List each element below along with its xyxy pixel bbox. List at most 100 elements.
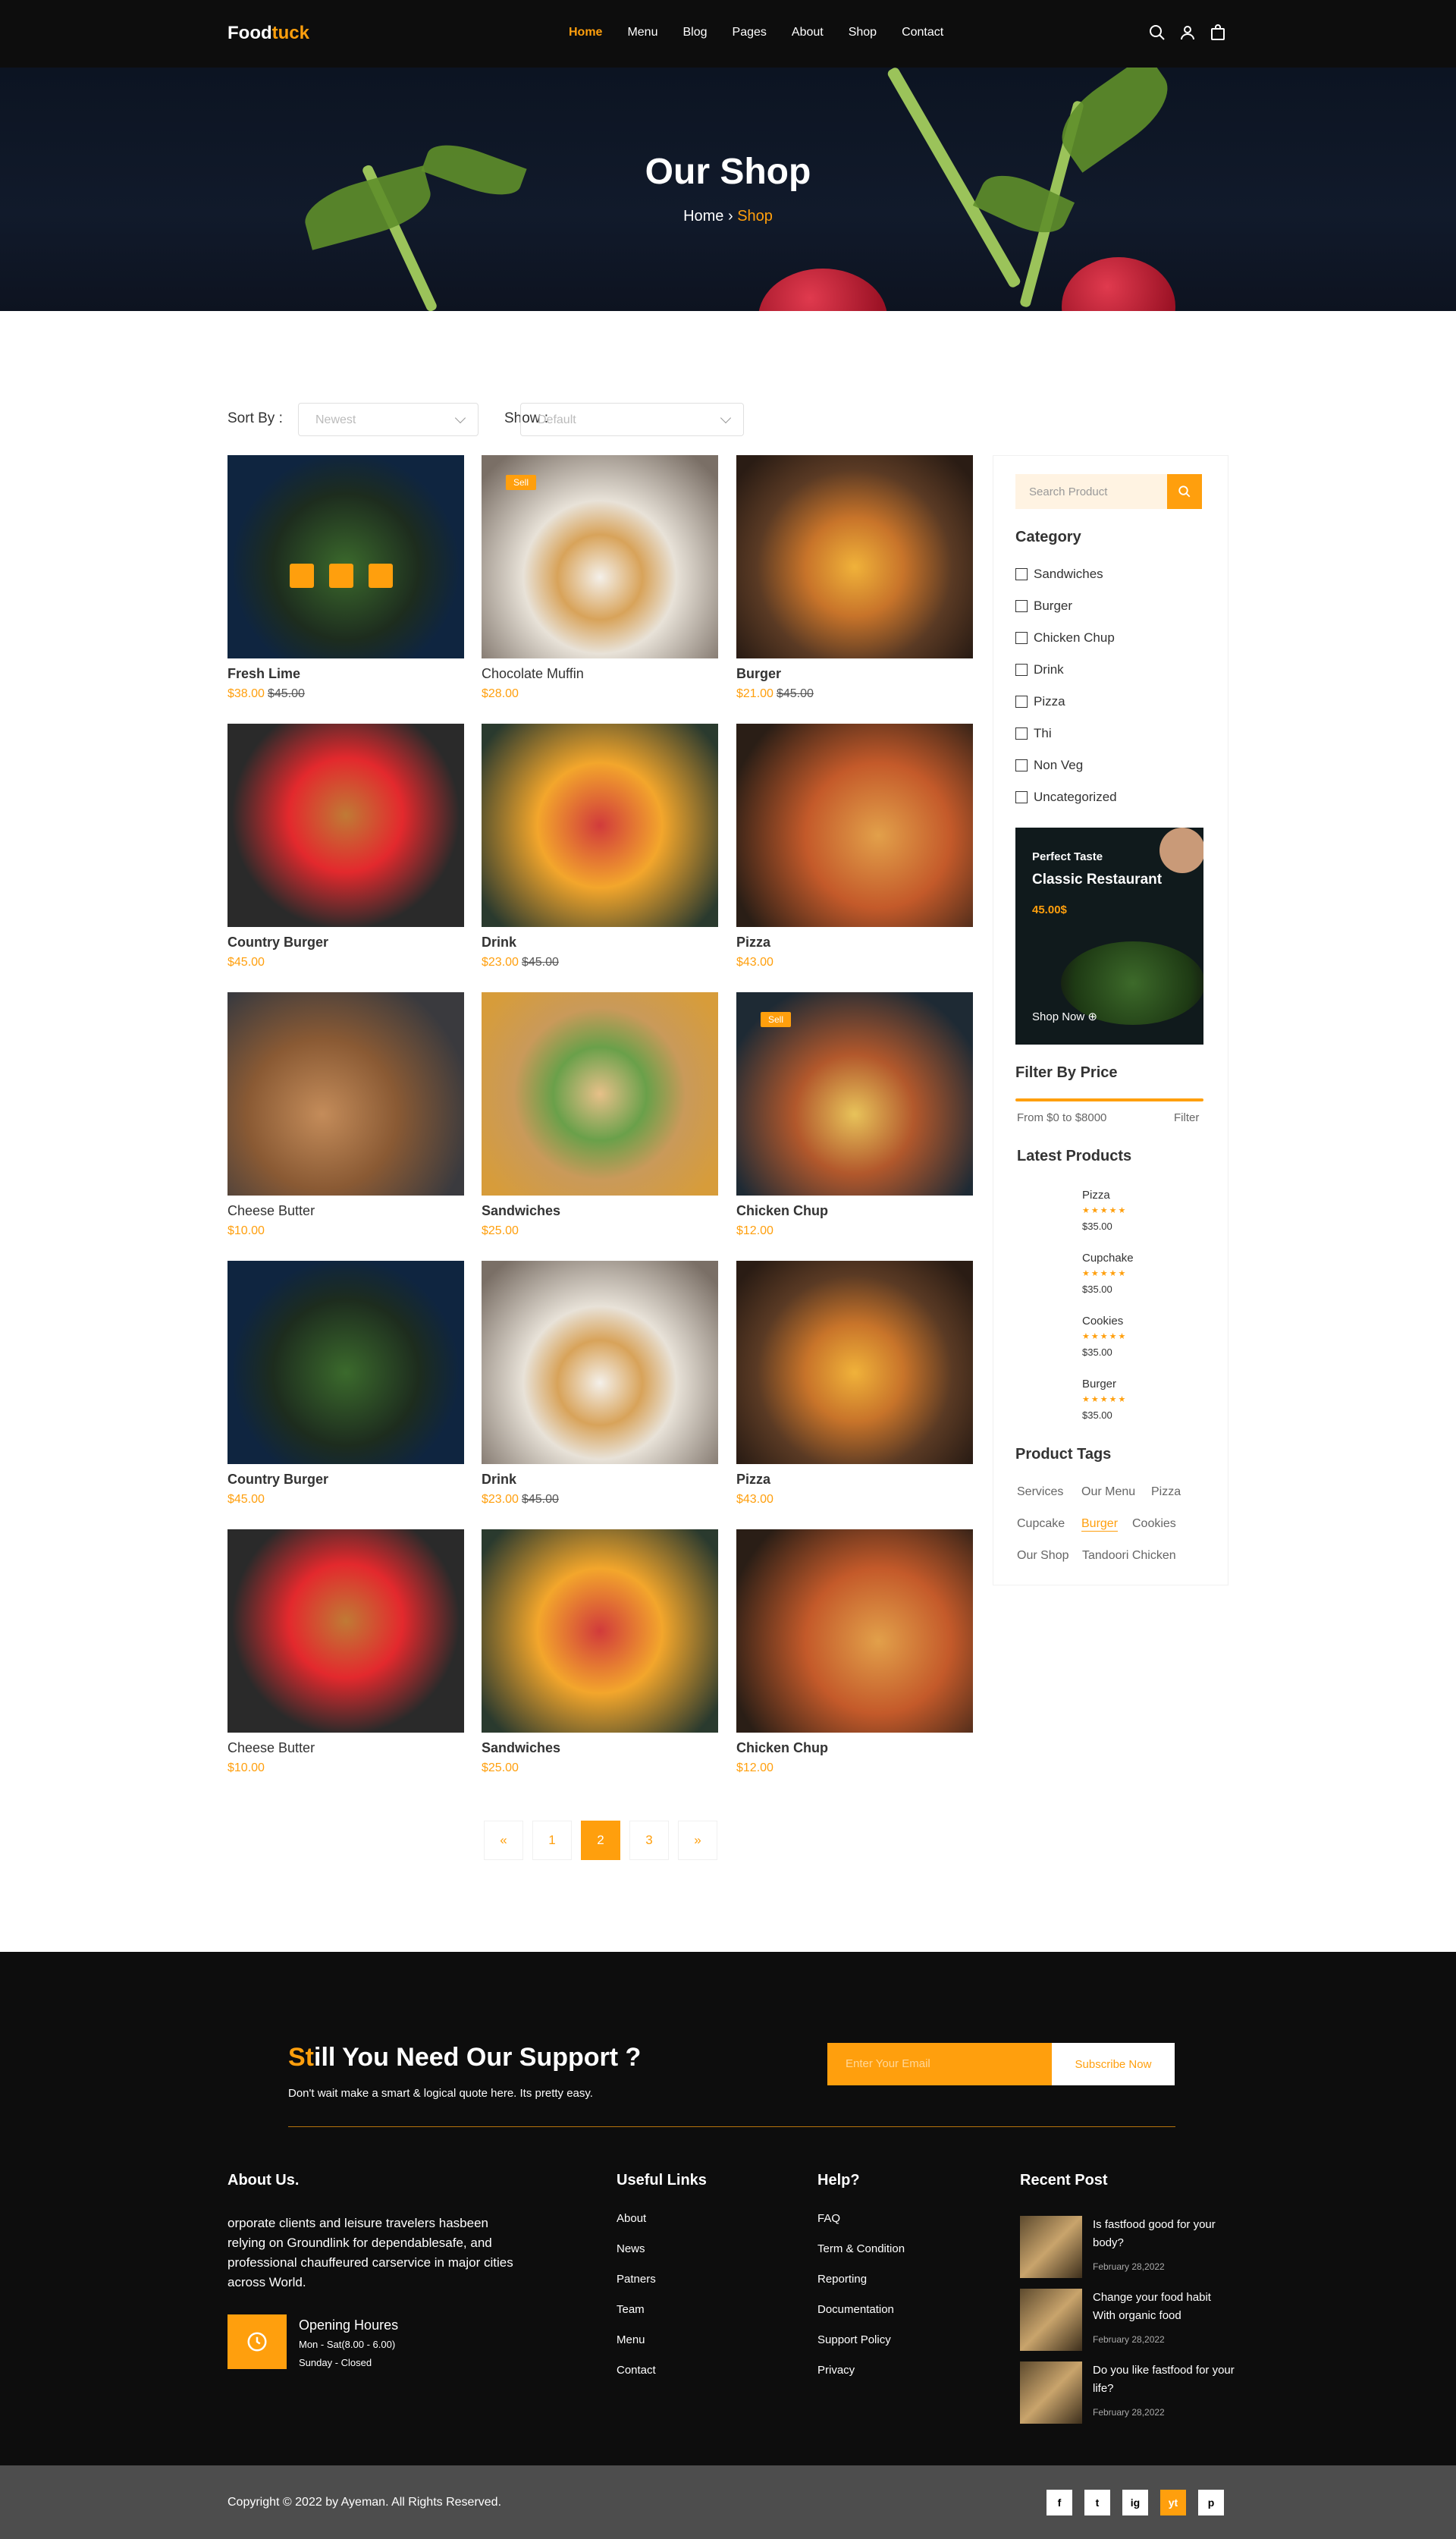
checkbox[interactable] <box>1015 568 1028 580</box>
product-card[interactable]: Burger $21.00 $45.00 <box>736 455 973 701</box>
product-name[interactable]: Sandwiches <box>482 1740 718 1757</box>
nav-home[interactable]: Home <box>569 26 602 39</box>
product-card[interactable]: Pizza $43.00 <box>736 1261 973 1507</box>
heart-icon[interactable] <box>369 564 393 588</box>
product-card[interactable]: Sandwiches $25.00 <box>482 992 718 1238</box>
product-card[interactable]: Country Burger $45.00 <box>228 724 464 969</box>
footer-link[interactable]: Reporting <box>817 2273 867 2286</box>
facebook-icon[interactable]: f <box>1046 2490 1072 2515</box>
search-input[interactable]: Search Product <box>1015 474 1167 509</box>
tag-our-menu[interactable]: Our Menu <box>1081 1485 1135 1499</box>
tag-pizza[interactable]: Pizza <box>1151 1485 1181 1499</box>
youtube-icon[interactable]: yt <box>1160 2490 1186 2515</box>
email-field[interactable]: Enter Your Email <box>827 2043 1052 2085</box>
product-card[interactable]: Cheese Butter $10.00 <box>228 1529 464 1775</box>
recent-post[interactable]: Do you like fastfood for your life? Febru… <box>1020 2361 1247 2424</box>
product-name[interactable]: Sandwiches <box>482 1203 718 1220</box>
product-name[interactable]: Fresh Lime <box>228 666 464 683</box>
product-name[interactable]: Country Burger <box>228 1472 464 1488</box>
price-slider[interactable] <box>1015 1098 1203 1101</box>
nav-shop[interactable]: Shop <box>849 26 877 39</box>
nav-contact[interactable]: Contact <box>902 26 943 39</box>
pagination-page-active[interactable]: 2 <box>581 1821 620 1860</box>
checkbox[interactable] <box>1015 664 1028 676</box>
nav-pages[interactable]: Pages <box>733 26 767 39</box>
checkbox[interactable] <box>1015 791 1028 803</box>
product-image[interactable]: Sell <box>482 455 718 658</box>
product-name[interactable]: Cheese Butter <box>228 1203 464 1220</box>
product-image[interactable] <box>228 1261 464 1464</box>
category-item[interactable]: Pizza <box>1015 694 1065 709</box>
bag-icon[interactable] <box>1209 24 1227 42</box>
product-card[interactable]: Drink $23.00 $45.00 <box>482 1261 718 1507</box>
product-card[interactable]: Sandwiches $25.00 <box>482 1529 718 1775</box>
product-image[interactable] <box>482 1529 718 1733</box>
product-image[interactable] <box>228 724 464 927</box>
shop-now-link[interactable]: Shop Now ⊕ <box>1032 1010 1097 1023</box>
product-image[interactable] <box>228 992 464 1196</box>
tag-tandoori-chicken[interactable]: Tandoori Chicken <box>1082 1549 1176 1563</box>
nav-menu[interactable]: Menu <box>627 26 657 39</box>
product-image[interactable] <box>228 455 464 658</box>
tag-our-shop[interactable]: Our Shop <box>1017 1549 1068 1563</box>
filter-button[interactable]: Filter <box>1174 1111 1199 1124</box>
footer-link[interactable]: Team <box>617 2303 645 2316</box>
sort-select[interactable]: Newest <box>298 403 479 436</box>
checkbox[interactable] <box>1015 759 1028 771</box>
product-name[interactable]: Chicken Chup <box>736 1740 973 1757</box>
product-card[interactable]: Sell Chocolate Muffin $28.00 <box>482 455 718 701</box>
product-image[interactable] <box>736 455 973 658</box>
checkbox[interactable] <box>1015 600 1028 612</box>
category-item[interactable]: Drink <box>1015 662 1064 677</box>
product-image[interactable] <box>736 1529 973 1733</box>
product-name[interactable]: Pizza <box>736 935 973 951</box>
promo-banner[interactable]: Perfect Taste Classic Restaurant 45.00$ … <box>1015 828 1203 1045</box>
footer-link[interactable]: FAQ <box>817 2212 840 2225</box>
product-card[interactable]: Country Burger $45.00 <box>228 1261 464 1507</box>
product-name[interactable]: Chocolate Muffin <box>482 666 718 683</box>
category-item[interactable]: Chicken Chup <box>1015 630 1115 646</box>
tag-services[interactable]: Services <box>1017 1485 1063 1499</box>
product-image[interactable] <box>482 724 718 927</box>
product-image[interactable]: Sell <box>736 992 973 1196</box>
footer-link[interactable]: Menu <box>617 2333 645 2346</box>
footer-link[interactable]: Term & Condition <box>817 2242 905 2255</box>
footer-link[interactable]: News <box>617 2242 645 2255</box>
category-item[interactable]: Thi <box>1015 726 1052 741</box>
category-item[interactable]: Uncategorized <box>1015 790 1117 805</box>
product-name[interactable]: Pizza <box>736 1472 973 1488</box>
category-item[interactable]: Non Veg <box>1015 758 1083 773</box>
cart-icon[interactable] <box>329 564 353 588</box>
product-card[interactable]: Sell Chicken Chup $12.00 <box>736 992 973 1238</box>
checkbox[interactable] <box>1015 727 1028 740</box>
product-image[interactable] <box>736 724 973 927</box>
pinterest-icon[interactable]: p <box>1198 2490 1224 2515</box>
footer-link[interactable]: Documentation <box>817 2303 894 2316</box>
checkbox[interactable] <box>1015 632 1028 644</box>
product-card[interactable]: Fresh Lime $38.00 $45.00 <box>228 455 464 701</box>
checkbox[interactable] <box>1015 696 1028 708</box>
footer-link[interactable]: About <box>617 2212 646 2225</box>
pagination-prev[interactable]: « <box>484 1821 523 1860</box>
instagram-icon[interactable]: ig <box>1122 2490 1148 2515</box>
tag-cupcake[interactable]: Cupcake <box>1017 1517 1065 1531</box>
product-name[interactable]: Chicken Chup <box>736 1203 973 1220</box>
product-image[interactable] <box>482 992 718 1196</box>
product-name[interactable]: Country Burger <box>228 935 464 951</box>
product-card[interactable]: Drink $23.00 $45.00 <box>482 724 718 969</box>
footer-link[interactable]: Support Policy <box>817 2333 891 2346</box>
footer-link[interactable]: Patners <box>617 2273 656 2286</box>
twitter-icon[interactable]: t <box>1084 2490 1110 2515</box>
search-button[interactable] <box>1167 474 1202 509</box>
pagination-page[interactable]: 1 <box>532 1821 572 1860</box>
nav-blog[interactable]: Blog <box>682 26 707 39</box>
breadcrumb-home[interactable]: Home <box>683 208 723 225</box>
product-name[interactable]: Cheese Butter <box>228 1740 464 1757</box>
product-image[interactable] <box>482 1261 718 1464</box>
product-image[interactable] <box>228 1529 464 1733</box>
nav-about[interactable]: About <box>792 26 824 39</box>
tag-burger[interactable]: Burger <box>1081 1517 1119 1532</box>
pagination-page[interactable]: 3 <box>629 1821 669 1860</box>
category-item[interactable]: Burger <box>1015 599 1072 614</box>
recent-post[interactable]: Change your food habit With organic food… <box>1020 2289 1247 2351</box>
